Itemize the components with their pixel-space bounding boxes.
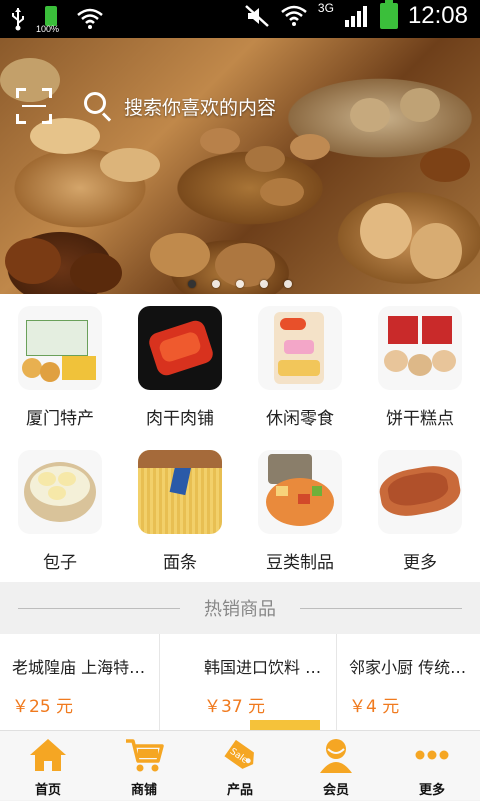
product-price: ￥4 元: [349, 697, 400, 717]
category-xiamen-specialty[interactable]: 厦门特产: [0, 294, 120, 438]
category-label: 面条: [163, 553, 197, 573]
bean-products-image: [258, 450, 342, 534]
usb-icon: [12, 8, 24, 31]
product-name: 韩国进口饮料 …: [204, 658, 322, 677]
category-bean-products[interactable]: 豆类制品: [240, 438, 360, 582]
baozi-image: [18, 450, 102, 534]
divider: [300, 608, 462, 609]
search-placeholder: 搜索你喜欢的内容: [124, 96, 277, 119]
mute-icon: [245, 5, 269, 27]
jerky-image: [138, 306, 222, 390]
tab-home[interactable]: 首页: [0, 731, 96, 801]
network-type: 3G: [317, 1, 334, 15]
category-baozi[interactable]: 包子: [0, 438, 120, 582]
scan-icon[interactable]: [16, 88, 52, 124]
category-snacks[interactable]: 休闲零食: [240, 294, 360, 438]
product-price: ￥25 元: [12, 697, 74, 717]
tab-label: 首页: [34, 783, 61, 798]
carousel-dot[interactable]: [236, 280, 244, 288]
tab-shops[interactable]: 商铺: [96, 731, 192, 801]
clock: 12:08: [407, 2, 468, 29]
category-label: 休闲零食: [266, 409, 334, 429]
product-card[interactable]: 邻家小厨 传统… ￥4 元: [337, 634, 480, 730]
section-title: 热销商品: [204, 599, 276, 620]
category-noodles[interactable]: 面条: [120, 438, 240, 582]
product-card[interactable]: 韩国进口饮料 … ￥37 元: [192, 634, 337, 730]
noodles-image: [138, 450, 222, 534]
bottom-tab-bar: 首页 商铺 Sale 产品 会员 更多: [0, 730, 480, 800]
wifi-icon: [77, 8, 103, 29]
battery-full-icon: 100%: [36, 4, 62, 34]
category-jerky[interactable]: 肉干肉铺: [120, 294, 240, 438]
product-image-peek: [250, 720, 320, 730]
hot-products-header: 热销商品: [0, 582, 480, 634]
carousel-dot[interactable]: [260, 280, 268, 288]
more-dots-icon: [415, 750, 449, 760]
product-card[interactable]: 老城隍庙 上海特产 老… ￥25 元: [0, 634, 160, 730]
search-bar[interactable]: 搜索你喜欢的内容: [82, 87, 462, 125]
tab-label: 商铺: [130, 783, 157, 798]
tab-products[interactable]: Sale 产品: [192, 731, 288, 801]
divider: [18, 608, 180, 609]
wifi-signal-icon: [281, 5, 307, 26]
member-icon: [320, 739, 352, 773]
carousel-dot[interactable]: [212, 280, 220, 288]
search-icon: [82, 90, 114, 122]
battery-icon: [379, 0, 398, 29]
tab-more[interactable]: 更多: [384, 731, 480, 801]
status-bar: 100% 3G 12:08: [0, 0, 480, 38]
cell-signal-icon: [344, 6, 367, 27]
category-label: 包子: [43, 553, 77, 573]
category-label: 豆类制品: [266, 553, 334, 573]
product-price: ￥37 元: [204, 697, 266, 717]
category-biscuits[interactable]: 饼干糕点: [360, 294, 480, 438]
category-label: 饼干糕点: [386, 409, 454, 429]
product-list: 老城隍庙 上海特产 老… ￥25 元 韩国进口饮料 … ￥37 元 邻家小厨 传…: [0, 634, 480, 730]
snacks-image: [258, 306, 342, 390]
tab-label: 更多: [418, 783, 445, 798]
biscuits-image: [378, 306, 462, 390]
carousel-dot[interactable]: [284, 280, 292, 288]
tab-label: 产品: [226, 783, 253, 798]
carousel-indicator: [0, 280, 480, 288]
product-name: 老城隍庙 上海特产 老…: [12, 658, 147, 677]
cart-icon: [126, 739, 164, 772]
more-image: [378, 450, 462, 534]
tab-label: 会员: [322, 783, 349, 798]
category-label: 厦门特产: [26, 409, 94, 429]
tab-member[interactable]: 会员: [288, 731, 384, 801]
carousel-dot[interactable]: [188, 280, 196, 288]
hero-banner[interactable]: 搜索你喜欢的内容: [0, 38, 480, 294]
sale-tag-icon: Sale: [224, 739, 254, 769]
home-icon: [30, 739, 66, 771]
category-more[interactable]: 更多: [360, 438, 480, 582]
category-label: 肉干肉铺: [146, 409, 214, 429]
category-label: 更多: [403, 553, 437, 573]
xiamen-specialty-image: [18, 306, 102, 390]
category-grid: 厦门特产 肉干肉铺 休闲零食 饼干糕点 包子 面条 豆类制品 更多: [0, 294, 480, 582]
product-name: 邻家小厨 传统…: [349, 658, 467, 677]
battery-percent: 100%: [36, 24, 60, 34]
